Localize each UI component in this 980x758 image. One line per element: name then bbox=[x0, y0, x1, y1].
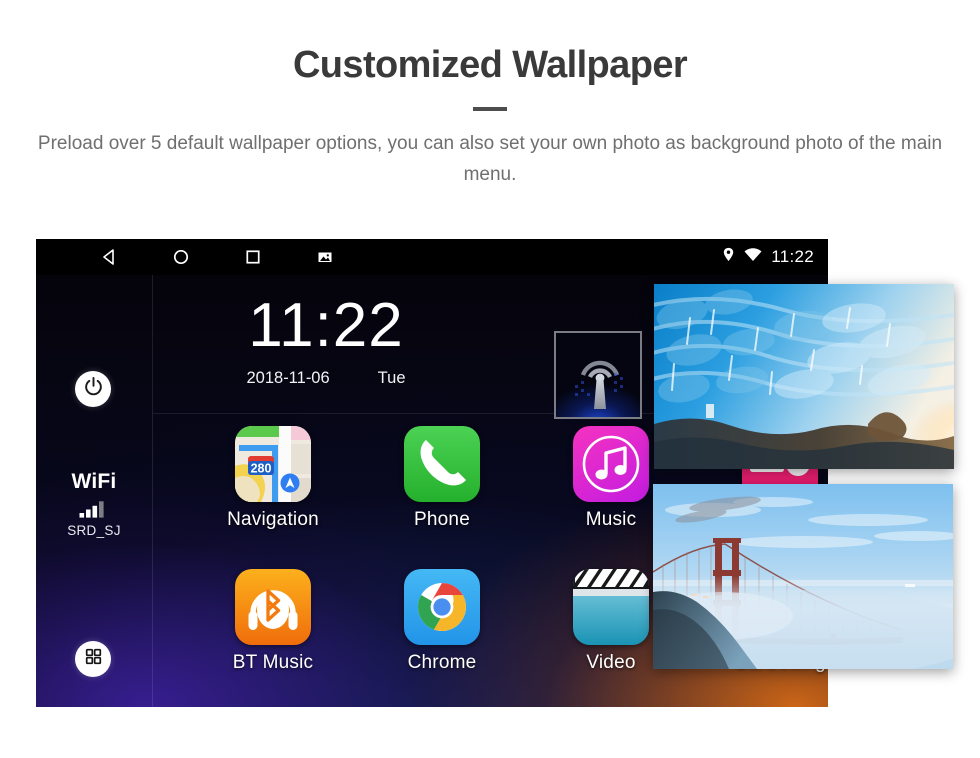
app-label: BT Music bbox=[232, 652, 314, 673]
app-phone[interactable]: Phone bbox=[368, 426, 516, 531]
music-note-icon bbox=[573, 426, 649, 502]
app-label: Chrome bbox=[407, 652, 477, 673]
all-apps-button[interactable] bbox=[75, 641, 111, 677]
wifi-ssid: SRD_SJ bbox=[67, 523, 121, 538]
page-header: Customized Wallpaper Preload over 5 defa… bbox=[0, 0, 980, 190]
status-bar-clock: 11:22 bbox=[771, 247, 814, 266]
power-button[interactable] bbox=[75, 371, 111, 407]
app-label: Phone bbox=[414, 509, 470, 530]
clock-meta: 2018-11-06 Tue bbox=[201, 369, 451, 388]
svg-text:280: 280 bbox=[251, 462, 272, 476]
back-icon[interactable] bbox=[99, 247, 119, 267]
title-divider bbox=[473, 106, 507, 111]
recents-icon[interactable] bbox=[243, 247, 263, 267]
home-icon[interactable] bbox=[171, 247, 191, 267]
clock-time: 11:22 bbox=[248, 291, 404, 360]
page-title: Customized Wallpaper bbox=[292, 44, 688, 86]
app-chrome[interactable]: Chrome bbox=[368, 569, 516, 674]
golden-gate-bridge-wallpaper[interactable] bbox=[653, 484, 953, 669]
app-navigation[interactable]: 280 Navigation bbox=[199, 426, 347, 531]
clock-weekday: Tue bbox=[377, 369, 406, 387]
clapperboard-icon bbox=[573, 569, 649, 645]
left-rail: WiFi SRD_SJ bbox=[36, 275, 152, 707]
screenshot-icon[interactable] bbox=[315, 247, 335, 267]
android-nav-buttons bbox=[99, 247, 335, 267]
page-subtitle: Preload over 5 default wallpaper options… bbox=[37, 132, 943, 185]
chrome-icon bbox=[404, 569, 480, 645]
wifi-title: WiFi bbox=[71, 470, 117, 493]
maps-icon: 280 bbox=[235, 426, 311, 502]
phone-icon bbox=[404, 426, 480, 502]
location-pin-icon bbox=[722, 247, 735, 267]
clock-widget[interactable]: 11:22 2018-11-06 Tue bbox=[201, 289, 451, 388]
ice-cave-wallpaper-art bbox=[654, 284, 954, 469]
radio-widget-thumbnail[interactable] bbox=[554, 331, 642, 419]
android-status-bar: 11:22 bbox=[36, 239, 828, 275]
status-bar-right: 11:22 bbox=[722, 239, 814, 275]
power-icon bbox=[83, 376, 104, 402]
bluetooth-headphones-icon bbox=[235, 569, 311, 645]
ice-cave-wallpaper[interactable] bbox=[654, 284, 954, 469]
clock-date: 2018-11-06 bbox=[246, 369, 330, 387]
wifi-icon bbox=[744, 247, 762, 267]
wifi-signal-bars-icon bbox=[79, 500, 109, 518]
app-bt-music[interactable]: BT Music bbox=[199, 569, 347, 674]
wifi-status-block[interactable]: WiFi SRD_SJ bbox=[36, 470, 152, 538]
golden-gate-bridge-wallpaper-art bbox=[653, 484, 953, 669]
app-label: Navigation bbox=[227, 509, 319, 530]
all-apps-icon bbox=[85, 648, 102, 670]
